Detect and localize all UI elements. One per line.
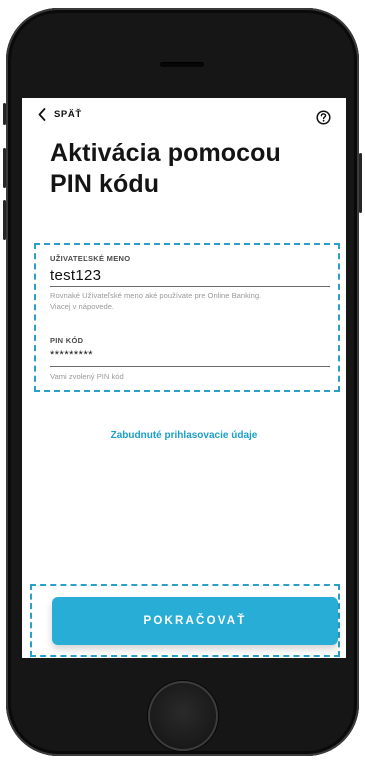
home-button[interactable] [148,681,218,751]
page-title-line1: Aktivácia pomocou [50,139,281,167]
continue-button[interactable]: POKRAČOVAŤ [52,597,338,645]
back-label: SPÄŤ [54,109,82,120]
username-label: UŽIVATEĽSKÉ MENO [50,254,131,263]
app-screen: SPÄŤ Aktivácia pomocou PIN kódu UŽIVATEĽ… [22,98,346,658]
chevron-left-icon [38,108,46,121]
pin-underline [50,366,330,367]
forgot-credentials-link[interactable]: Zabudnuté prihlasovacie údaje [22,430,346,441]
silent-switch [3,103,6,125]
pin-label: PIN KÓD [50,336,84,345]
continue-button-highlight: POKRAČOVAŤ [30,584,340,657]
question-circle-icon[interactable] [316,110,331,130]
username-hint-line2: Viacej v nápovede. [50,302,115,311]
username-hint: Rovnaké Užívateľské meno aké používate p… [50,290,332,312]
earpiece-speaker [160,62,204,67]
pin-input[interactable]: ********* [50,349,93,361]
username-input[interactable]: test123 [50,267,101,284]
username-hint-line1: Rovnaké Užívateľské meno aké používate p… [50,291,262,300]
username-underline [50,286,330,287]
power-button [359,153,362,213]
page-title: Aktivácia pomocou PIN kódu [50,138,330,200]
pin-hint: Vami zvolený PIN kód [50,372,124,381]
back-button[interactable]: SPÄŤ [38,108,82,121]
login-form-highlight: UŽIVATEĽSKÉ MENO test123 Rovnaké Užívate… [34,243,340,392]
volume-up-button [3,148,6,188]
navigation-bar: SPÄŤ [22,106,346,130]
page-title-line2: PIN kódu [50,170,160,198]
volume-down-button [3,200,6,240]
